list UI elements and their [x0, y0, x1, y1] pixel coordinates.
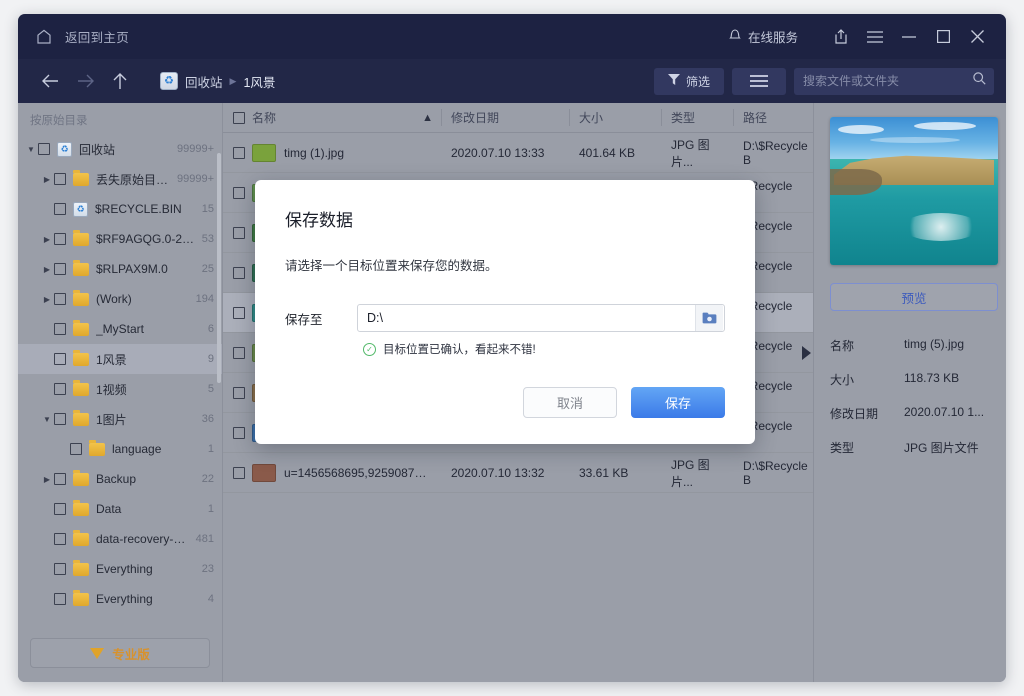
path-validation-hint: ✓ 目标位置已确认，看起来不错!	[363, 341, 725, 357]
save-path-label: 保存至	[285, 312, 323, 327]
save-path-input-wrap[interactable]	[357, 304, 725, 332]
cancel-button[interactable]: 取消	[523, 387, 617, 418]
check-circle-icon: ✓	[363, 342, 376, 356]
dialog-title: 保存数据	[285, 211, 353, 230]
folder-browse-icon[interactable]	[695, 305, 723, 331]
save-path-field-row: 保存至	[285, 304, 725, 332]
dialog-description: 请选择一个目标位置来保存您的数据。	[285, 259, 498, 273]
save-path-input[interactable]	[358, 305, 695, 331]
dialog-actions: 取消 保存	[523, 387, 725, 418]
modal-scrim: 保存数据 请选择一个目标位置来保存您的数据。 保存至 ✓ 目标位置已确认，看起来…	[18, 14, 1006, 682]
save-button[interactable]: 保存	[631, 387, 725, 418]
save-data-dialog: 保存数据 请选择一个目标位置来保存您的数据。 保存至 ✓ 目标位置已确认，看起来…	[255, 180, 755, 444]
path-validation-text: 目标位置已确认，看起来不错!	[383, 344, 536, 356]
application-window: 返回到主页 在线服务 ♻ 回收站 ▶ 1风景 筛选 搜索文件或文件夹 按原始目录…	[18, 14, 1006, 682]
